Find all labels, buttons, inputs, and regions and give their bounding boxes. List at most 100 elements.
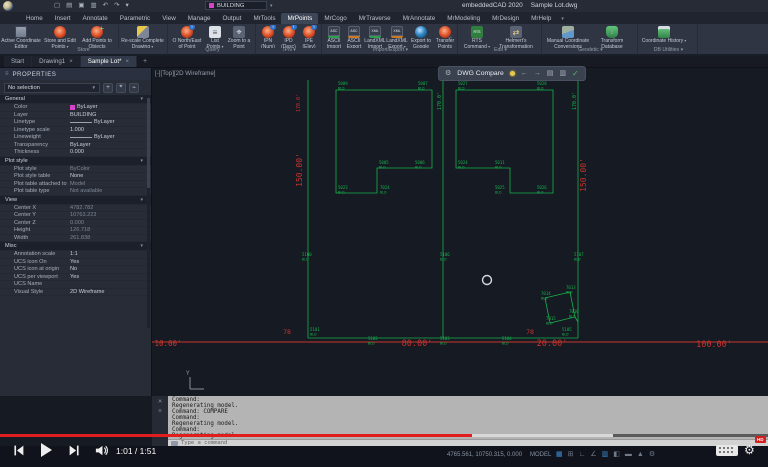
property-row[interactable]: View — [0, 196, 151, 205]
polar-tracking-icon[interactable]: ∠ — [590, 450, 596, 460]
ribbon-button[interactable]: Zoom to a Point — [226, 25, 252, 48]
ribbon-button[interactable]: Transform Database — [592, 25, 632, 48]
accept-compare-icon[interactable]: ✓ — [572, 69, 579, 78]
layer-dropdown-arrow-icon[interactable]: ▾ — [270, 3, 273, 9]
ribbon-tab[interactable]: MrCogo — [318, 13, 352, 24]
drawing-svg[interactable]: Y 150.00'150.00'170.0'170.0'170.0'10.00'… — [152, 68, 768, 396]
ribbon-button[interactable]: List Points — [204, 25, 226, 48]
ribbon-group-label[interactable]: Edit ▾ — [460, 47, 541, 54]
ribbon-tab[interactable]: Insert — [49, 13, 77, 24]
ribbon-tab[interactable]: MrAnnotate — [397, 13, 442, 24]
ribbon-button[interactable]: Active Coordinate Editor — [0, 25, 42, 48]
ribbon-tab[interactable]: Manage — [182, 13, 217, 24]
command-history[interactable]: Command: Regenerating model. Command: CO… — [168, 396, 768, 439]
video-progress-bar[interactable] — [0, 434, 768, 437]
pickadd-toggle-icon[interactable]: + — [103, 83, 113, 93]
ribbon-button[interactable]: O North/East of Point — [170, 25, 204, 48]
grid-display-icon[interactable]: ▦ — [556, 450, 563, 460]
property-row[interactable]: Transparency ByLayer — [0, 142, 151, 150]
property-row[interactable]: UCS per viewport Yes — [0, 274, 151, 282]
document-tab[interactable]: Drawing1 — [32, 56, 81, 67]
volume-button[interactable] — [94, 443, 109, 458]
ribbon-button[interactable]: Add Points to Objects — [78, 25, 116, 48]
ribbon-button[interactable]: Helmert's Transformation — [494, 25, 538, 48]
ribbon-group-label[interactable]: DB Utilities ▾ — [640, 47, 697, 54]
compare-settings-icon[interactable]: ▥ — [559, 69, 566, 79]
play-button[interactable] — [38, 442, 54, 458]
qat-dropdown-icon[interactable]: ▾ — [126, 2, 129, 10]
previous-video-button[interactable] — [12, 444, 25, 457]
snap-mode-icon[interactable]: ⊞ — [568, 450, 574, 460]
customize-icon[interactable]: ≡ — [158, 408, 161, 414]
property-row[interactable]: Plot style — [0, 157, 151, 166]
gear-icon[interactable]: ⚙ — [445, 69, 451, 79]
ribbon-group-label[interactable]: Store — [0, 47, 167, 54]
previous-difference-icon[interactable]: ← — [521, 69, 528, 79]
property-row[interactable]: Center Y 10763.223 — [0, 212, 151, 220]
property-row[interactable]: General — [0, 95, 151, 104]
property-row[interactable]: Linetype scale 1.000 — [0, 127, 151, 135]
ribbon-tab[interactable]: MrDesign — [486, 13, 525, 24]
property-row[interactable]: Annotation scale 1:1 — [0, 251, 151, 259]
ribbon-group-label[interactable]: Query — [170, 47, 255, 54]
quick-select-icon[interactable]: ⌁ — [129, 83, 139, 93]
lineweight-display-icon[interactable]: ▬ — [625, 450, 632, 460]
undo-icon[interactable]: ↶ — [103, 2, 108, 10]
open-file-icon[interactable]: ▤ — [66, 2, 72, 10]
save-file-icon[interactable]: ▣ — [78, 2, 84, 10]
viewport-controls[interactable]: [-][Top][2D Wireframe] — [155, 70, 216, 77]
ribbon-button[interactable]: IPD (Desc) — [278, 25, 299, 48]
ribbon-tab[interactable]: Home — [20, 13, 49, 24]
property-row[interactable]: Plot style ByColor — [0, 166, 151, 174]
ribbon-button[interactable]: Store and Edit Points — [42, 25, 78, 48]
ribbon-group-label[interactable]: Geodetic ▾ — [544, 47, 637, 54]
ribbon-button[interactable]: Transfer Points — [434, 25, 456, 48]
ribbon-tab[interactable]: Parametric — [114, 13, 156, 24]
annotation-scale-icon[interactable]: ▲ — [637, 450, 644, 460]
ribbon-button[interactable]: ASCII Export — [344, 25, 364, 48]
property-row[interactable]: Width 261.838 — [0, 235, 151, 243]
osnap-icon[interactable]: ▥ — [602, 450, 609, 460]
app-logo-icon[interactable] — [3, 1, 13, 11]
property-row[interactable]: UCS icon at origin No — [0, 266, 151, 274]
workspace-gear-icon[interactable]: ⚙ — [649, 450, 655, 460]
model-space-button[interactable]: MODEL — [530, 452, 551, 458]
property-row[interactable]: Visual Style 2D Wireframe — [0, 289, 151, 297]
property-row[interactable]: Linetype ByLayer — [0, 119, 151, 127]
palette-header[interactable]: ≡ PROPERTIES — [0, 68, 151, 80]
ribbon-tab[interactable]: Annotate — [77, 13, 114, 24]
property-row[interactable]: UCS icon On Yes — [0, 259, 151, 267]
close-icon[interactable]: ✕ — [158, 399, 163, 405]
ribbon-tab[interactable]: MrHelp — [525, 13, 557, 24]
property-row[interactable]: Height 126.718 — [0, 227, 151, 235]
ribbon-button[interactable]: RTS Command — [460, 25, 494, 48]
video-settings-icon[interactable]: ⚙ — [744, 443, 755, 457]
bulb-icon[interactable] — [510, 71, 515, 76]
ribbon-tab[interactable]: MrModeling — [441, 13, 486, 24]
close-tab-icon[interactable] — [125, 59, 129, 65]
print-icon[interactable]: ▥ — [90, 2, 96, 10]
property-row[interactable]: UCS Name — [0, 281, 151, 289]
new-tab-button[interactable]: + — [137, 56, 153, 67]
command-input[interactable]: Type a command — [168, 439, 768, 446]
ribbon-group-label[interactable]: Import/Export ▾ — [324, 47, 457, 54]
object-snap-tracking-icon[interactable]: ◧ — [613, 450, 620, 460]
export-snapshot-icon[interactable]: ▤ — [547, 69, 554, 79]
ribbon-tab[interactable]: MrTraverse — [353, 13, 397, 24]
property-row[interactable]: Plot table type Not available — [0, 188, 151, 196]
ribbon-tab[interactable]: View — [156, 13, 182, 24]
ribbon-button[interactable]: Manual Coordinate Conversions — [544, 25, 592, 48]
ribbon-tab[interactable]: Output — [217, 13, 248, 24]
ribbon-button[interactable]: LandXML Import — [364, 25, 386, 48]
redo-icon[interactable]: ↷ — [114, 2, 119, 10]
property-row[interactable]: Lineweight ByLayer — [0, 134, 151, 142]
property-row[interactable]: Center X 4782.782 — [0, 205, 151, 213]
property-row[interactable]: Layer BUILDING — [0, 112, 151, 120]
ribbon-button[interactable]: IPE (Elev) — [299, 25, 319, 48]
ribbon-button[interactable]: ASCII Import — [324, 25, 344, 48]
palette-scrollbar[interactable] — [147, 98, 150, 328]
ribbon-button[interactable]: Coordinate History — [640, 25, 688, 48]
ribbon-collapse-icon[interactable]: ▾ — [557, 14, 568, 24]
ribbon-button[interactable]: LandXML Export — [386, 25, 408, 48]
property-row[interactable]: Plot table attached to Model — [0, 181, 151, 189]
